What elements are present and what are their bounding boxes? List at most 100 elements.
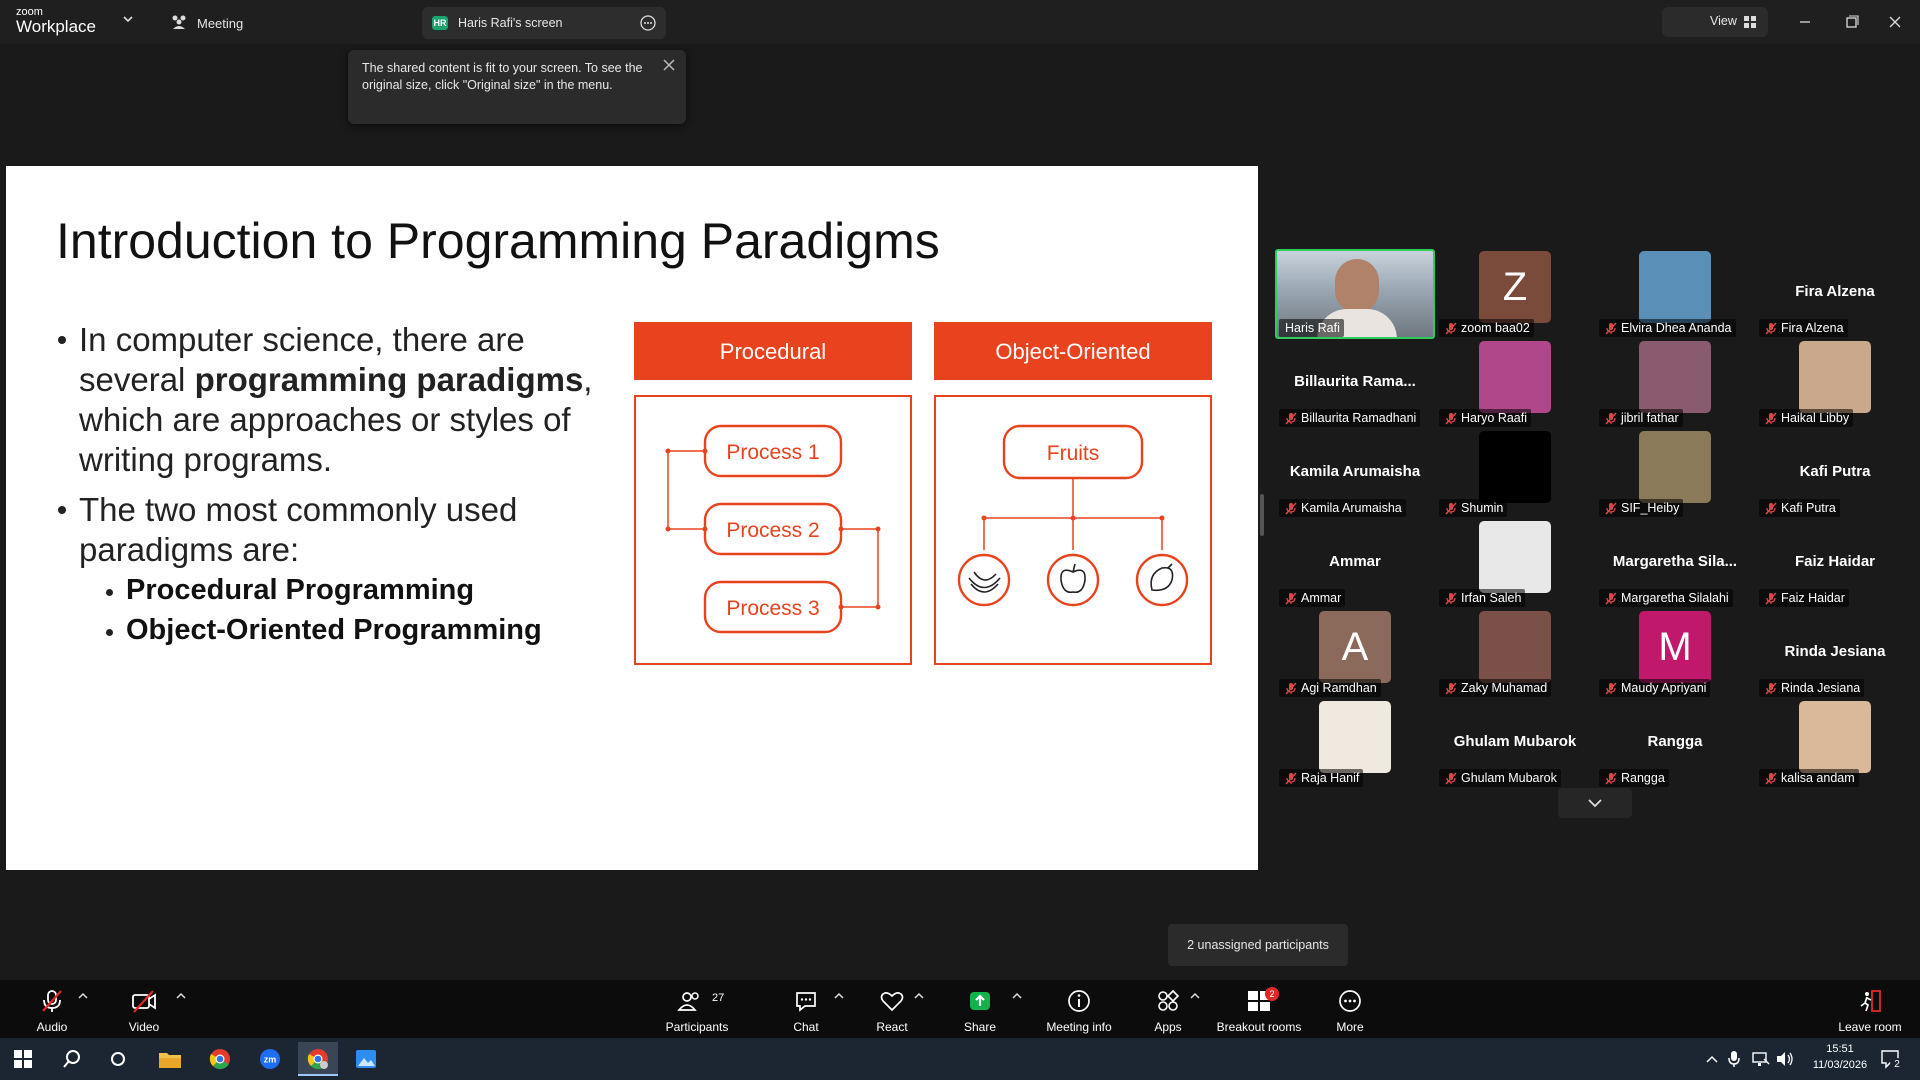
participant-name-text: Agi Ramdhan [1301, 681, 1377, 695]
participant-tile[interactable]: kalisa andam [1755, 699, 1915, 789]
apps-button[interactable]: Apps [1142, 980, 1194, 1038]
share-label: Share [963, 1020, 997, 1034]
participant-tile[interactable]: SIF_Heiby [1595, 429, 1755, 519]
participant-display-name: Faiz Haidar [1794, 553, 1876, 570]
more-button[interactable]: More [1324, 980, 1376, 1038]
bullet-paradigms-intro: In computer science, there are several p… [79, 320, 634, 480]
participant-tile[interactable]: Zzoom baa02 [1435, 249, 1595, 339]
participant-name-label: Ghulam Mubarok [1439, 769, 1561, 787]
video-options-caret-icon[interactable] [176, 992, 186, 1000]
chrome-app-active[interactable] [298, 1042, 338, 1076]
mic-muted-icon [1605, 502, 1617, 515]
chevron-down-icon[interactable] [123, 14, 133, 24]
gallery-next-page-button[interactable] [1558, 788, 1632, 818]
participant-tile[interactable]: Billaurita Rama... Billaurita Ramadhani [1275, 339, 1435, 429]
participant-tile[interactable]: Ghulam Mubarok Ghulam Mubarok [1435, 699, 1595, 789]
task-view-icon[interactable] [110, 1051, 126, 1067]
meeting-info-button[interactable]: Meeting info [1038, 980, 1120, 1038]
react-button[interactable]: React [866, 980, 918, 1038]
volume-icon[interactable] [1776, 1051, 1794, 1067]
apps-options-caret-icon[interactable] [1190, 992, 1200, 1000]
connector-1-2 [667, 450, 705, 530]
participant-tile[interactable]: Margaretha Sila... Margaretha Silalahi [1595, 519, 1755, 609]
participant-name-label: Fira Alzena [1759, 319, 1848, 337]
participant-name-text: Haryo Raafi [1461, 411, 1527, 425]
clock-date[interactable]: 11/03/2026 [1808, 1059, 1872, 1071]
participant-name-label: Raja Hanif [1279, 769, 1364, 787]
microphone-tray-icon[interactable] [1728, 1050, 1740, 1068]
participants-count: 27 [712, 992, 725, 1004]
share-button[interactable]: Share [954, 980, 1006, 1038]
avatar [1639, 251, 1711, 323]
participant-name-label: kalisa andam [1759, 769, 1859, 787]
zoom-logo-workplace[interactable]: Workplace [16, 17, 96, 37]
shared-screen-tab[interactable]: HR Haris Rafi's screen [422, 7, 666, 39]
participant-tile[interactable]: jibril fathar [1595, 339, 1755, 429]
react-options-caret-icon[interactable] [914, 992, 924, 1000]
file-explorer-app[interactable] [150, 1042, 190, 1076]
react-label: React [876, 1020, 908, 1034]
participant-name-text: jibril fathar [1621, 411, 1679, 425]
participant-tile[interactable]: Rangga Rangga [1595, 699, 1755, 789]
participant-tile[interactable]: Shumin [1435, 429, 1595, 519]
participant-tile[interactable]: Faiz Haidar Faiz Haidar [1755, 519, 1915, 609]
meeting-info-label: Meeting info [1046, 1020, 1112, 1034]
participant-tile[interactable]: Kafi Putra Kafi Putra [1755, 429, 1915, 519]
participant-tile[interactable]: Kamila Arumaisha Kamila Arumaisha [1275, 429, 1435, 519]
zoom-app[interactable]: zm [250, 1042, 290, 1076]
mic-muted-icon [1605, 592, 1617, 605]
view-button[interactable]: View [1662, 7, 1768, 37]
bullet1-bold: programming paradigms [194, 361, 584, 398]
network-icon[interactable] [1752, 1051, 1770, 1067]
chrome-app[interactable] [200, 1042, 240, 1076]
audio-button[interactable]: Audio [20, 980, 84, 1038]
participant-tile[interactable]: Fira Alzena Fira Alzena [1755, 249, 1915, 339]
maximize-icon[interactable] [1839, 10, 1863, 34]
windows-taskbar: zm 15:51 11/03/2026 2 [0, 1038, 1920, 1080]
meeting-menu[interactable]: Meeting [197, 16, 243, 31]
close-icon[interactable] [662, 58, 676, 72]
photos-app[interactable] [346, 1042, 386, 1076]
participant-display-name: Margaretha Sila... [1612, 553, 1738, 570]
participant-tile[interactable]: Zaky Muhamad [1435, 609, 1595, 699]
breakout-rooms-button[interactable]: 2 Breakout rooms [1212, 980, 1306, 1038]
mic-muted-icon [1765, 772, 1777, 785]
participant-tile[interactable]: Raja Hanif [1275, 699, 1435, 789]
share-options-caret-icon[interactable] [1012, 992, 1022, 1000]
participant-tile[interactable]: M Maudy Apriyani [1595, 609, 1755, 699]
chat-options-caret-icon[interactable] [834, 992, 844, 1000]
mic-muted-icon [1445, 592, 1457, 605]
participant-tile[interactable]: Haris Rafi [1275, 249, 1435, 339]
participant-display-name: Rinda Jesiana [1784, 643, 1886, 660]
search-icon[interactable] [62, 1049, 82, 1069]
participant-tile[interactable]: Haryo Raafi [1435, 339, 1595, 429]
mic-muted-icon [1765, 322, 1777, 335]
windows-start-icon[interactable] [14, 1050, 32, 1068]
participant-tile[interactable]: Ammar Ammar [1275, 519, 1435, 609]
participant-name-label: Maudy Apriyani [1599, 679, 1711, 697]
close-window-icon[interactable] [1883, 10, 1907, 34]
fit-to-screen-notice: The shared content is fit to your screen… [348, 50, 686, 124]
leave-room-button[interactable]: Leave room [1830, 980, 1910, 1038]
participant-display-name: Kamila Arumaisha [1289, 463, 1421, 480]
more-options-icon[interactable] [640, 15, 656, 31]
participants-button[interactable]: 27 Participants [656, 980, 738, 1038]
show-hidden-icons-icon[interactable] [1706, 1054, 1718, 1064]
audio-options-caret-icon[interactable] [78, 992, 88, 1000]
chat-button[interactable]: Chat [780, 980, 832, 1038]
participant-name-label: Billaurita Ramadhani [1279, 409, 1421, 427]
participant-tile[interactable]: Irfan Saleh [1435, 519, 1595, 609]
participant-tile[interactable]: A Agi Ramdhan [1275, 609, 1435, 699]
clock-time[interactable]: 15:51 [1808, 1043, 1872, 1055]
minimize-icon[interactable] [1793, 10, 1817, 34]
video-off-icon [132, 990, 156, 1013]
mic-muted-icon [1285, 502, 1297, 515]
zoom-icon: zm [260, 1049, 280, 1069]
participant-tile[interactable]: Elvira Dhea Ananda [1595, 249, 1755, 339]
panel-resize-handle[interactable] [1260, 494, 1264, 536]
video-button[interactable]: Video [112, 980, 176, 1038]
apps-label: Apps [1154, 1020, 1182, 1034]
bullet-dot [58, 506, 66, 514]
participant-tile[interactable]: Rinda Jesiana Rinda Jesiana [1755, 609, 1915, 699]
participant-tile[interactable]: Haikal Libby [1755, 339, 1915, 429]
